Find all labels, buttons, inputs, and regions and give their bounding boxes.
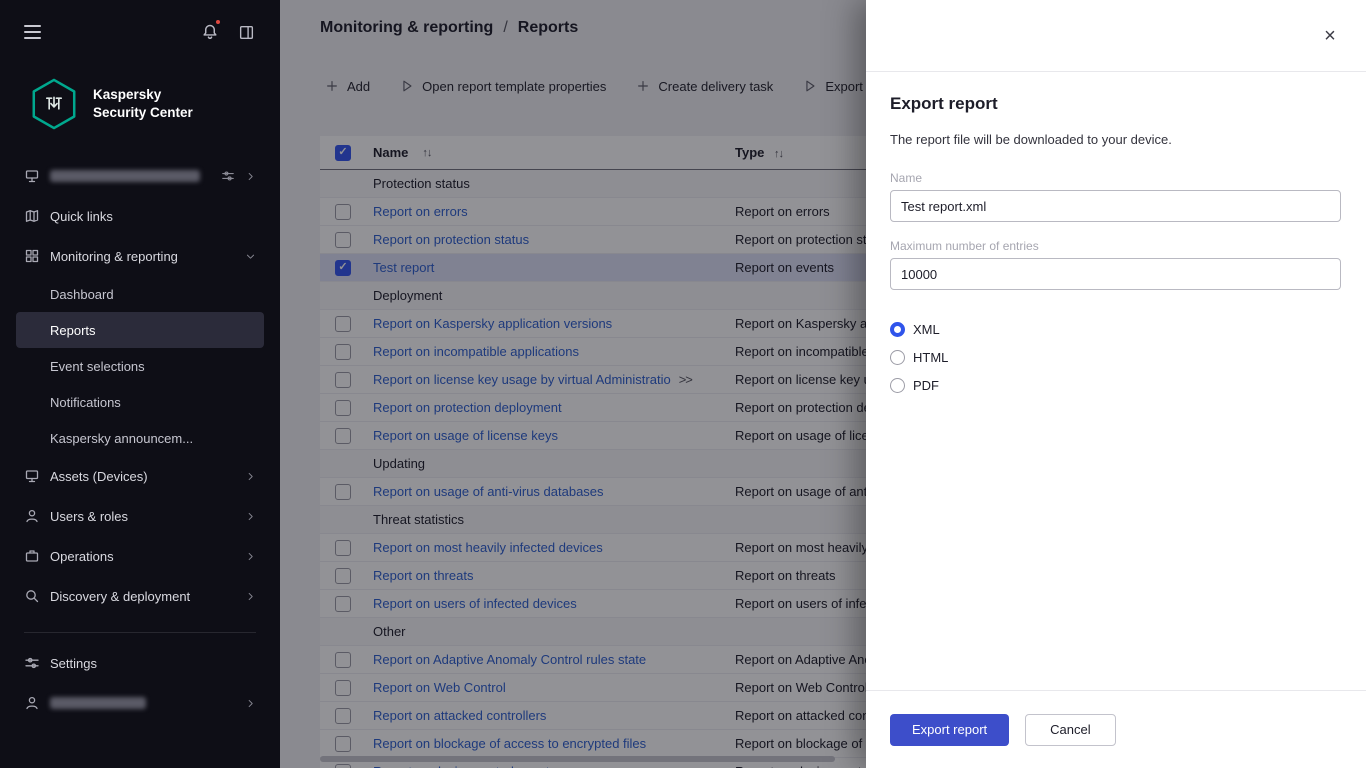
panel-description: The report file will be downloaded to yo… (890, 132, 1341, 147)
sidebar-item-label: Settings (50, 656, 97, 671)
sidebar-nav: Quick links Monitoring & reporting Dashboa… (0, 156, 280, 616)
sidebar: Kaspersky Security Center Quick links Mon… (0, 0, 280, 768)
settings-icon (24, 655, 40, 671)
sidebar-item-label: Discovery & deployment (50, 589, 190, 604)
notification-dot (214, 18, 222, 26)
chevron-down-icon[interactable] (245, 251, 256, 262)
sidebar-item-quick-links[interactable]: Quick links (16, 196, 264, 236)
sidebar-divider (24, 632, 256, 633)
format-radio-html[interactable]: HTML (890, 343, 1341, 371)
panel-title: Export report (890, 94, 1341, 114)
chevron-right-icon (245, 511, 256, 522)
discovery-icon (24, 588, 40, 604)
sidebar-item-label: Notifications (50, 395, 121, 410)
kaspersky-logo-icon (30, 78, 78, 130)
sidebar-item-server[interactable] (16, 156, 264, 196)
users-icon (24, 508, 40, 524)
format-radio-xml[interactable]: XML (890, 315, 1341, 343)
radio-icon[interactable] (890, 322, 905, 337)
sidebar-item-label: Assets (Devices) (50, 469, 148, 484)
sidebar-item-operations[interactable]: Operations (16, 536, 264, 576)
max-entries-field-label: Maximum number of entries (890, 239, 1341, 253)
sidebar-item-dashboard[interactable]: Dashboard (16, 276, 264, 312)
sidebar-top-bar (0, 0, 280, 64)
panel-header: × (866, 0, 1366, 72)
chevron-right-icon (245, 471, 256, 482)
sidebar-item-label: Dashboard (50, 287, 114, 302)
chevron-right-icon (245, 171, 256, 182)
format-label: XML (913, 322, 940, 337)
chevron-right-icon (245, 551, 256, 562)
max-entries-input[interactable] (890, 258, 1341, 290)
sidebar-item-settings[interactable]: Settings (16, 643, 264, 683)
format-label: PDF (913, 378, 939, 393)
sidebar-item-label: Quick links (50, 209, 113, 224)
monitoring-icon (24, 248, 40, 264)
sidebar-item-event-selections[interactable]: Event selections (16, 348, 264, 384)
chevron-right-icon (245, 698, 256, 709)
cancel-button[interactable]: Cancel (1025, 714, 1115, 746)
notifications-bell-icon[interactable] (200, 22, 220, 42)
panel-footer: Export report Cancel (866, 690, 1366, 768)
sliders-icon[interactable] (221, 169, 235, 183)
server-icon (24, 168, 40, 184)
format-label: HTML (913, 350, 948, 365)
sidebar-item-label: Monitoring & reporting (50, 249, 178, 264)
docs-panel-icon[interactable] (236, 22, 256, 42)
export-report-panel: × Export report The report file will be … (866, 0, 1366, 768)
format-radio-pdf[interactable]: PDF (890, 371, 1341, 399)
sidebar-item-label: Operations (50, 549, 114, 564)
sidebar-item-assets-devices[interactable]: Assets (Devices) (16, 456, 264, 496)
user-icon (24, 695, 40, 711)
sidebar-item-discovery-deployment[interactable]: Discovery & deployment (16, 576, 264, 616)
sidebar-item-kaspersky-announcements[interactable]: Kaspersky announcem... (16, 420, 264, 456)
export-report-button[interactable]: Export report (890, 714, 1009, 746)
docs-icon (238, 24, 255, 41)
devices-icon (24, 468, 40, 484)
panel-body: Export report The report file will be do… (866, 72, 1366, 690)
close-icon[interactable]: × (1316, 22, 1344, 50)
radio-icon[interactable] (890, 350, 905, 365)
chevron-right-icon (245, 591, 256, 602)
redacted-text (50, 170, 200, 182)
brand-title: Kaspersky Security Center (93, 86, 193, 122)
radio-icon[interactable] (890, 378, 905, 393)
menu-icon[interactable] (24, 25, 41, 39)
sidebar-item-label: Reports (50, 323, 96, 338)
sidebar-item-account[interactable] (16, 683, 264, 723)
name-field-label: Name (890, 171, 1341, 185)
operations-icon (24, 548, 40, 564)
links-icon (24, 208, 40, 224)
format-options: XML HTML PDF (890, 315, 1341, 399)
sidebar-item-notifications[interactable]: Notifications (16, 384, 264, 420)
sidebar-item-label: Users & roles (50, 509, 128, 524)
brand: Kaspersky Security Center (0, 64, 280, 156)
sidebar-item-label: Kaspersky announcem... (50, 431, 193, 446)
redacted-text (50, 697, 146, 709)
sidebar-item-monitoring-reporting[interactable]: Monitoring & reporting (16, 236, 264, 276)
sidebar-item-reports[interactable]: Reports (16, 312, 264, 348)
sidebar-item-label: Event selections (50, 359, 145, 374)
sidebar-footer-nav: Settings (0, 643, 280, 723)
sidebar-item-users-roles[interactable]: Users & roles (16, 496, 264, 536)
name-input[interactable] (890, 190, 1341, 222)
